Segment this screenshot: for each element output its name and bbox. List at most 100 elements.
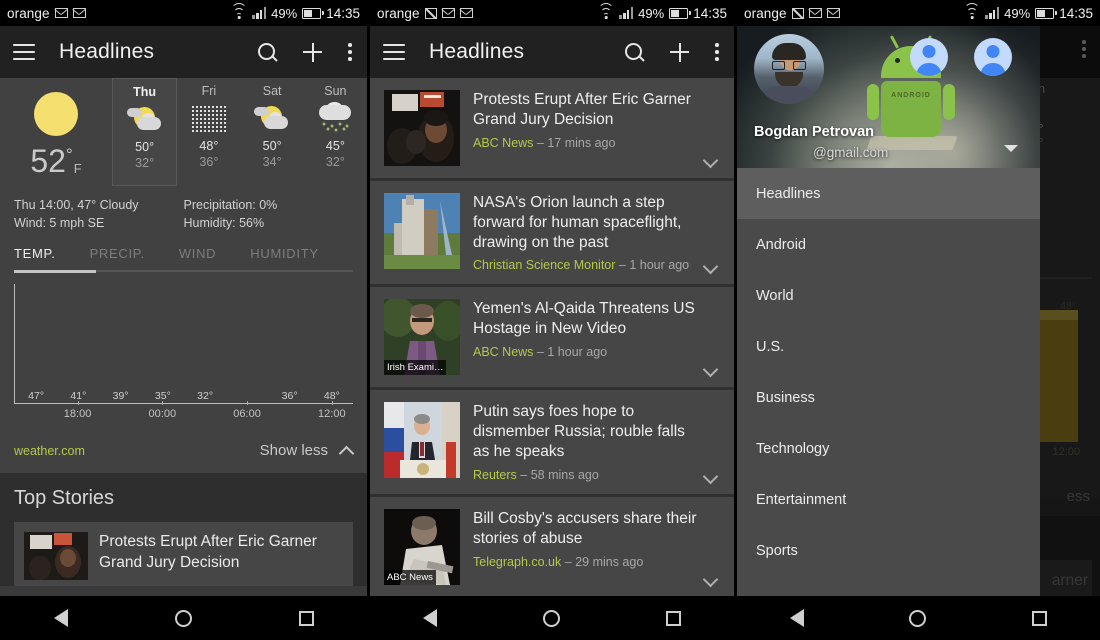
news-meta: ABC News – 1 hour ago [473, 345, 700, 359]
forecast-days: Thu 50° 32° Fri 48° 36° Sat 50° 34° Sun … [112, 78, 367, 186]
mail-icon [459, 8, 473, 18]
chart-x-tick [162, 401, 164, 406]
chevron-down-icon[interactable] [704, 471, 718, 480]
cell-signal-icon [619, 7, 634, 19]
news-thumbnail [384, 193, 460, 269]
sidebar-item-world[interactable]: World [737, 270, 1040, 321]
plus-icon[interactable] [303, 42, 322, 62]
list-item[interactable]: ABC News Bill Cosby's accusers share the… [370, 496, 734, 597]
chart-series: 47° 41° 39° 35° 32° 36° 48° [15, 290, 353, 403]
sidebar-item-android[interactable]: Android [737, 219, 1040, 270]
home-circle-icon[interactable] [909, 609, 927, 627]
forecast-day-thu[interactable]: Thu 50° 32° [112, 78, 178, 186]
rocket-launch-photo [384, 193, 460, 269]
chart-x-tick-label: 18:00 [63, 408, 92, 421]
list-item[interactable]: NASA's Orion launch a step forward for h… [370, 181, 734, 285]
protest-photo [24, 532, 88, 581]
recents-square-icon[interactable] [666, 610, 681, 626]
back-triangle-icon[interactable] [423, 609, 437, 627]
weather-wind-line: Wind: 5 mph SE [14, 216, 105, 231]
putin-speech-photo [384, 402, 460, 479]
news-time: 29 mins ago [575, 554, 644, 569]
search-icon[interactable] [258, 42, 277, 62]
tab-humidity[interactable]: HUMIDITY [250, 246, 318, 270]
forecast-day-fri[interactable]: Fri 48° 36° [177, 78, 240, 186]
chart-x-tick-labels: 18:00 00:00 06:00 12:00 [14, 408, 353, 426]
panel-navigation-drawer: orange 49% 14:35 Sun 45° [737, 0, 1100, 640]
list-item[interactable]: Protests Erupt After Eric Garner Grand J… [370, 78, 734, 178]
chevron-down-icon[interactable] [704, 574, 718, 583]
status-bar-left: orange [744, 6, 840, 21]
back-triangle-icon[interactable] [789, 609, 804, 627]
tab-wind[interactable]: WIND [179, 246, 216, 270]
sidebar-item-technology[interactable]: Technology [737, 423, 1040, 474]
thumbnail-source-badge: Irish Exami… [384, 360, 447, 376]
weather-precipitation-line: Precipitation: 0% [183, 198, 278, 212]
protest-photo [384, 90, 460, 166]
battery-icon [1035, 7, 1057, 19]
drawer-account-header[interactable]: ANDROID Bogdan Petrovan @gmail.com [737, 26, 1040, 168]
home-circle-icon[interactable] [174, 609, 192, 627]
news-body: Putin says foes hope to dismember Russia… [473, 402, 722, 481]
image-icon [791, 7, 804, 19]
weather-card: 52 ° F Thu 50° 32° Fri 48° 36° Sat 50° 3… [0, 78, 367, 474]
mail-icon [808, 8, 822, 18]
news-title: Protests Erupt After Eric Garner Grand J… [473, 91, 691, 128]
sidebar-item-entertainment[interactable]: Entertainment [737, 474, 1040, 525]
battery-icon [302, 7, 324, 19]
carrier-label: orange [7, 5, 50, 21]
chart-point-label: 39° [112, 390, 129, 403]
chevron-down-icon[interactable] [704, 261, 718, 270]
chart-x-tick [247, 401, 249, 406]
search-icon[interactable] [625, 42, 644, 62]
sidebar-item-us[interactable]: U.S. [737, 321, 1040, 372]
clock-label: 14:35 [326, 5, 360, 21]
forecast-day-sat[interactable]: Sat 50° 34° [241, 78, 304, 186]
mail-icon [54, 8, 68, 18]
forecast-day-sun[interactable]: Sun 45° 32° [304, 78, 367, 186]
recents-square-icon[interactable] [298, 610, 314, 626]
tab-temp[interactable]: TEMP. [14, 246, 56, 270]
weather-metric-tabs: TEMP. PRECIP. WIND HUMIDITY [0, 246, 367, 270]
forecast-high: 45° [325, 139, 345, 153]
sidebar-item-sports[interactable]: Sports [737, 525, 1040, 576]
weather-source-link[interactable]: weather.com [14, 444, 85, 458]
news-thumbnail [24, 532, 88, 581]
caret-down-icon[interactable] [1004, 145, 1018, 152]
show-less-button[interactable]: Show less [260, 442, 353, 459]
top-stories-first-title: Protests Erupt After Eric Garner Grand J… [99, 533, 317, 572]
forecast-low: 32° [135, 156, 155, 170]
list-item[interactable]: Irish Exami… Yemen's Al-Qaida Threatens … [370, 287, 734, 388]
overflow-menu-icon[interactable] [715, 43, 719, 61]
status-bar: orange 49% 14:35 [737, 0, 1100, 26]
plus-icon[interactable] [670, 42, 689, 62]
weather-footer: weather.com Show less [0, 432, 367, 473]
overflow-menu-icon[interactable] [348, 43, 352, 61]
avatar[interactable] [754, 34, 824, 104]
chevron-down-icon[interactable] [704, 155, 718, 164]
toolbar-actions [258, 42, 354, 62]
sidebar-item-headlines[interactable]: Headlines [737, 168, 1040, 219]
account-avatar[interactable] [910, 38, 948, 76]
account-name: Bogdan Petrovan [754, 124, 875, 140]
weather-details-left: Thu 14:00, 47° Cloudy Wind: 5 mph SE [14, 196, 184, 232]
recents-square-icon[interactable] [1032, 610, 1048, 626]
partly-cloudy-icon [253, 99, 291, 139]
sidebar-item-business[interactable]: Business [737, 372, 1040, 423]
tab-precip[interactable]: PRECIP. [90, 246, 145, 270]
hamburger-menu-icon[interactable] [383, 44, 405, 60]
navigation-drawer: ANDROID Bogdan Petrovan @gmail.com Headl… [737, 26, 1040, 596]
top-stories-first-card[interactable]: Protests Erupt After Eric Garner Grand J… [14, 522, 353, 587]
account-avatar[interactable] [974, 38, 1012, 76]
top-stories-heading: Top Stories [14, 487, 115, 510]
status-bar-left: orange [377, 6, 473, 21]
hamburger-menu-icon[interactable] [13, 44, 35, 60]
home-circle-icon[interactable] [543, 609, 560, 627]
back-triangle-icon[interactable] [53, 609, 68, 627]
thumbnail-source-badge: ABC News [384, 569, 436, 585]
news-list[interactable]: Protests Erupt After Eric Garner Grand J… [370, 78, 734, 640]
news-body: Bill Cosby's accusers share their storie… [473, 509, 722, 585]
chevron-down-icon[interactable] [704, 364, 718, 373]
news-meta: Telegraph.co.uk – 29 mins ago [473, 555, 700, 569]
list-item[interactable]: Putin says foes hope to dismember Russia… [370, 390, 734, 494]
